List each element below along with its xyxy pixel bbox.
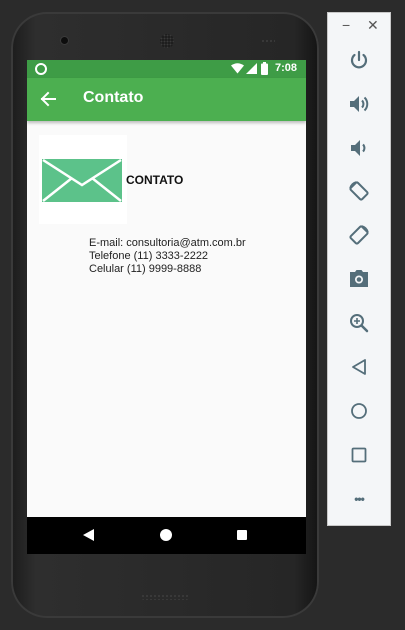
power-button[interactable] [347,48,371,72]
contact-details: E-mail: consultoria@atm.com.br Telefone … [89,237,246,276]
device-screen: 7:08 Contato CONTATO E-mail: consultoria… [27,60,306,554]
mobile-text: Celular (11) 9999-8888 [89,263,202,275]
volume-down-button[interactable] [347,136,371,160]
rotate-right-icon [349,225,369,245]
device-frame: 7:08 Contato CONTATO E-mail: consultoria… [11,12,319,618]
overview-icon [351,447,367,463]
zoom-icon [350,314,369,333]
overview-button[interactable] [347,443,371,467]
close-button[interactable]: ✕ [367,17,379,34]
signal-icon [246,63,257,74]
back-icon [352,359,366,375]
nav-recent-apps-icon[interactable] [237,530,247,540]
earpiece-speaker [160,34,174,48]
battery-icon [261,62,268,75]
volume-up-icon [350,96,369,112]
rotate-right-button[interactable] [347,223,371,247]
nav-back-icon[interactable] [83,529,94,541]
envelope-image [39,135,127,224]
email-text: E-mail: consultoria@atm.com.br [89,237,246,249]
screenshot-button[interactable] [347,267,371,291]
camera-icon [350,270,368,287]
notification-icon [35,63,47,75]
contact-heading: CONTATO [126,173,184,187]
navigation-bar [27,517,306,554]
envelope-icon [42,159,122,202]
wifi-icon [231,63,244,74]
status-time: 7:08 [275,62,298,74]
more-icon: ••• [354,492,365,506]
rotate-left-button[interactable] [347,179,371,203]
home-icon [351,403,367,419]
rotate-left-icon [349,181,369,201]
phone-text: Telefone (11) 3333-2222 [89,250,209,262]
status-bar: 7:08 [27,60,306,78]
app-bar: Contato [27,78,306,121]
back-button[interactable] [347,355,371,379]
nav-home-icon[interactable] [160,529,172,541]
proximity-sensor [261,39,275,43]
page-title: Contato [83,89,144,106]
back-arrow-icon[interactable] [40,91,56,107]
emulator-toolbar: − ✕ ••• [327,12,391,526]
home-button[interactable] [347,399,371,423]
zoom-button[interactable] [347,311,371,335]
volume-up-button[interactable] [347,92,371,116]
front-camera [61,37,68,44]
bottom-speaker [141,594,189,600]
more-button[interactable]: ••• [347,487,371,511]
minimize-button[interactable]: − [342,17,350,33]
power-icon [350,50,368,69]
volume-down-icon [351,140,366,156]
